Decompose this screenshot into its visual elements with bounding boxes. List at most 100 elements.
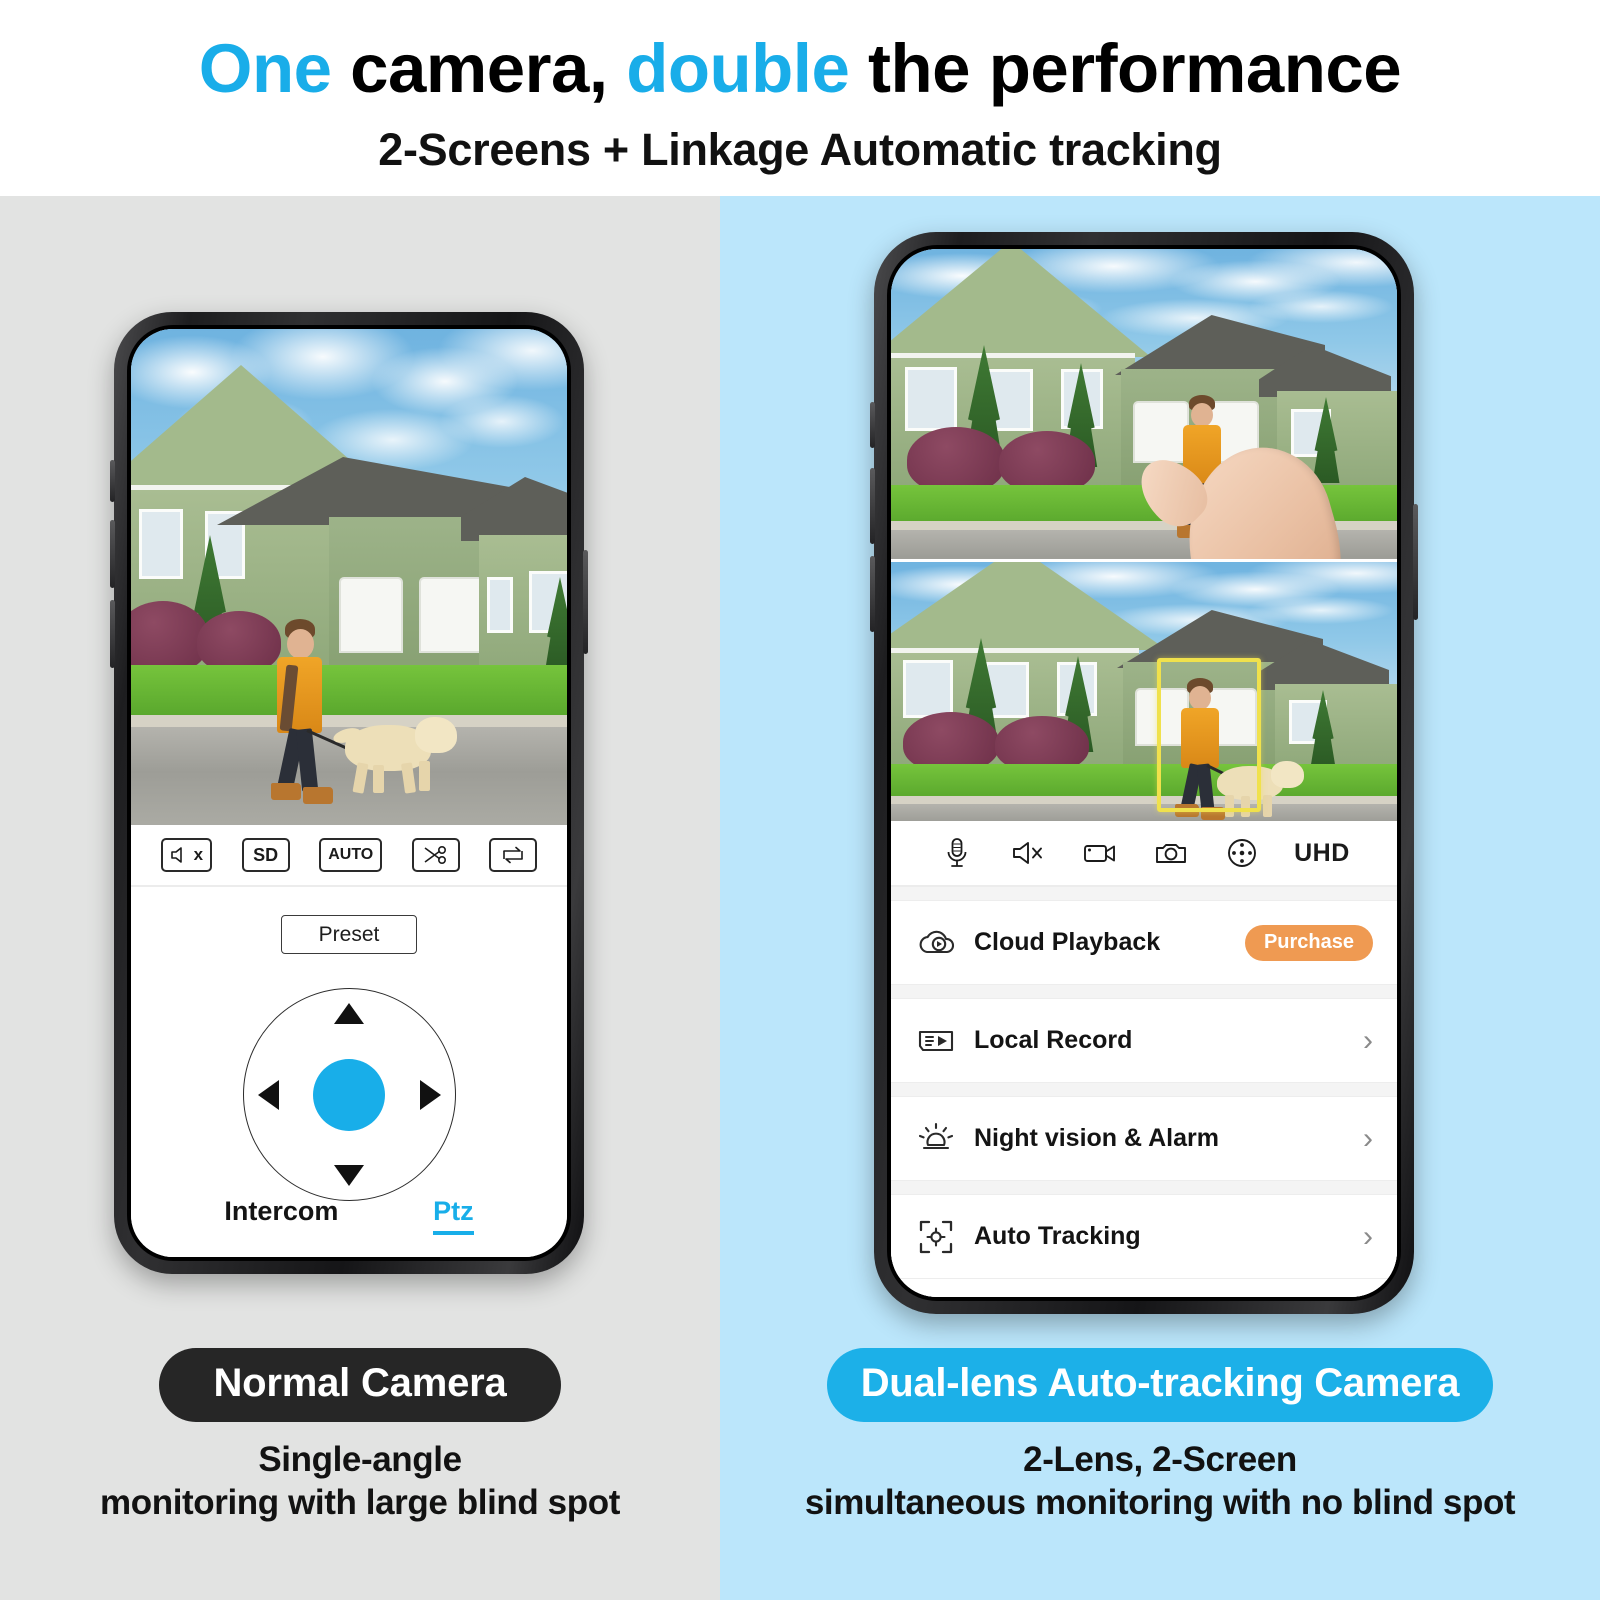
auto-label: AUTO [328, 846, 374, 863]
page-subtitle: 2-Screens + Linkage Automatic tracking [378, 124, 1222, 175]
local-record-icon [915, 1020, 957, 1062]
shrub [903, 712, 999, 772]
settings-row-cloud-playback[interactable]: Cloud Playback Purchase [891, 900, 1397, 985]
live-video-panoramic[interactable] [891, 249, 1397, 559]
person-head [1191, 403, 1213, 427]
sd-quality-button[interactable]: SD [241, 838, 290, 872]
person-boot [271, 783, 301, 800]
night-vision-alarm-icon [915, 1118, 957, 1160]
caption-dual-lens-camera: Dual-lens Auto-tracking Camera 2-Lens, 2… [720, 1348, 1600, 1524]
settings-row-local-record[interactable]: Local Record › [891, 998, 1397, 1083]
live-video-left[interactable] [131, 329, 567, 825]
headline-word-double: double [626, 30, 850, 107]
dog-head [415, 717, 457, 753]
preset-button[interactable]: Preset [281, 915, 417, 954]
loop-replay-button[interactable] [489, 838, 538, 872]
phone-bezel-inner: x SD AUTO Preset Intercom Ptz [127, 325, 571, 1261]
phone-mute-switch[interactable] [110, 460, 115, 502]
phone-power-button[interactable] [583, 550, 588, 654]
list-spacer [891, 985, 1397, 998]
promo-page: One camera, double the performance 2-Scr… [0, 0, 1600, 1600]
mute-speaker-button[interactable]: x [160, 838, 213, 872]
auto-tracking-box [1157, 658, 1261, 812]
house-gable-left [891, 562, 1167, 650]
settings-list: Cloud Playback Purchase Local Record › N… [891, 887, 1397, 1297]
phone-volume-up-button[interactable] [110, 520, 115, 588]
caption-left-line2: monitoring with large blind spot [100, 1482, 620, 1522]
speaker-mute-icon [1013, 842, 1043, 864]
badge-normal-camera: Normal Camera [159, 1348, 561, 1422]
video-camera-icon [1083, 845, 1115, 862]
auto-tracking-icon [915, 1216, 957, 1258]
mute-x-label: x [193, 845, 204, 864]
phone-bezel-inner: UHD Cloud Playback Purchase Local Record… [887, 245, 1401, 1301]
clip-cut-button[interactable] [411, 838, 460, 872]
resolution-label[interactable]: UHD [1294, 839, 1350, 868]
ptz-left-arrow-icon[interactable] [257, 1079, 279, 1110]
front-door [487, 577, 513, 633]
row-label: Cloud Playback [974, 928, 1161, 956]
settings-row-night-vision-alarm[interactable]: Night vision & Alarm › [891, 1096, 1397, 1181]
ptz-dpad[interactable] [242, 988, 456, 1201]
phone-volume-up-button[interactable] [870, 468, 875, 544]
mute-speaker-button[interactable] [1009, 834, 1047, 872]
window [903, 660, 953, 718]
shrub [999, 431, 1095, 493]
left-video-toolbar: x SD AUTO [131, 825, 567, 887]
person-boot [303, 787, 333, 804]
dog-leg [419, 761, 430, 791]
headline-word-one: One [198, 30, 332, 107]
list-bottom-filler [891, 1279, 1397, 1297]
garage-door [419, 577, 483, 653]
phone-volume-down-button[interactable] [870, 556, 875, 632]
badge-dual-lens-camera: Dual-lens Auto-tracking Camera [826, 1348, 1494, 1422]
caption-left-line1: Single-angle [258, 1440, 462, 1479]
caption-right-line2: simultaneous monitoring with no blind sp… [804, 1482, 1516, 1522]
person-leg [295, 728, 319, 792]
sd-label: SD [253, 844, 279, 865]
tab-ptz[interactable]: Ptz [433, 1196, 474, 1235]
auto-quality-button[interactable]: AUTO [319, 838, 383, 872]
page-title: One camera, double the performance [0, 0, 1600, 103]
ptz-tabs: Intercom Ptz [131, 1196, 567, 1235]
settings-row-auto-tracking[interactable]: Auto Tracking › [891, 1194, 1397, 1279]
list-spacer [891, 1181, 1397, 1194]
header: One camera, double the performance 2-Scr… [0, 0, 1600, 196]
caption-normal-camera: Normal Camera Single-angle monitoring wi… [0, 1348, 720, 1524]
ptz-right-arrow-icon[interactable] [419, 1079, 441, 1110]
row-label: Auto Tracking [974, 1222, 1141, 1250]
ptz-down-arrow-icon[interactable] [334, 1165, 364, 1186]
house-gable-left [891, 249, 1151, 357]
ptz-center-button[interactable] [313, 1058, 385, 1131]
caption-right-line1: 2-Lens, 2-Screen [1023, 1440, 1297, 1479]
person-head [287, 629, 314, 659]
headline-mid-2: the performance [849, 30, 1402, 107]
photo-camera-icon [1155, 844, 1186, 863]
dog-head [1271, 761, 1304, 788]
chevron-right-icon[interactable]: › [1363, 1123, 1373, 1154]
live-video-tracking[interactable] [891, 559, 1397, 821]
shrub [907, 427, 1005, 493]
left-screen: x SD AUTO Preset Intercom Ptz [131, 329, 567, 1257]
dog-leg [373, 765, 384, 793]
caption-text-right: 2-Lens, 2-Screen simultaneous monitoring… [720, 1439, 1600, 1524]
chevron-right-icon[interactable]: › [1363, 1221, 1373, 1252]
ptz-up-arrow-icon[interactable] [334, 1003, 364, 1024]
chevron-right-icon[interactable]: › [1363, 1025, 1373, 1056]
loop-icon [503, 846, 524, 864]
phone-mute-switch[interactable] [870, 402, 875, 448]
phone-power-button[interactable] [1413, 504, 1418, 620]
ptz-dial-icon [1227, 839, 1256, 867]
microphone-icon [947, 838, 967, 867]
tab-intercom[interactable]: Intercom [224, 1196, 338, 1227]
purchase-button[interactable]: Purchase [1244, 924, 1373, 961]
person-walking-dog [267, 619, 370, 804]
record-video-button[interactable] [1081, 834, 1119, 872]
ptz-panel: Preset Intercom Ptz [131, 887, 567, 1257]
ptz-control-button[interactable] [1223, 834, 1261, 872]
window [139, 509, 183, 579]
road [891, 804, 1397, 821]
snapshot-button[interactable] [1152, 834, 1190, 872]
microphone-button[interactable] [938, 834, 976, 872]
phone-volume-down-button[interactable] [110, 600, 115, 668]
